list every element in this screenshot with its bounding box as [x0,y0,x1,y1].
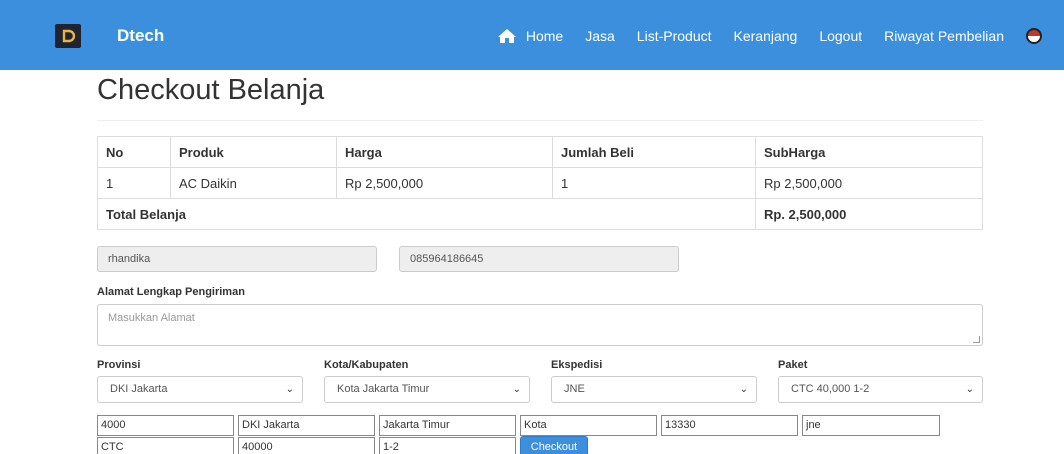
cell-no: 1 [97,167,171,199]
total-value: Rp. 2,500,000 [755,198,983,230]
paket-value: CTC 40,000 1-2 [791,383,870,395]
chevron-down-icon: ⌄ [285,384,294,395]
biaya-field[interactable]: 40000 [238,437,375,454]
chevron-down-icon: ⌄ [965,384,974,395]
header-subharga: SubHarga [755,136,983,168]
nav-home[interactable]: Home [497,28,563,44]
paket-field[interactable]: CTC [97,437,234,454]
ekspedisi-label: Ekspedisi [551,359,603,371]
cell-harga: Rp 2,500,000 [336,167,553,199]
header-jumlah-beli: Jumlah Beli [552,136,756,168]
provinsi-value: DKI Jakarta [110,383,168,395]
user-avatar-icon[interactable] [1026,28,1042,44]
chevron-down-icon: ⌄ [512,384,521,395]
cell-produk: AC Daikin [170,167,337,199]
navbar: Dtech Home Jasa List-Product Keranjang L… [0,0,1064,70]
paket-select[interactable]: CTC 40,000 1-2 ⌄ [778,376,983,403]
kodepos-field[interactable]: 13330 [661,415,798,436]
total-label: Total Belanja [97,198,756,230]
nav-jasa[interactable]: Jasa [585,28,615,44]
provinsi-label: Provinsi [97,359,141,371]
customer-name-field[interactable]: rhandika [97,246,377,272]
nav-list-product[interactable]: List-Product [637,28,712,44]
nav-home-label: Home [525,28,564,44]
checkout-button[interactable]: Checkout [520,436,588,454]
logo-mark-icon [62,29,75,43]
page-title: Checkout Belanja [97,74,325,106]
cart-table: No Produk Harga Jumlah Beli SubHarga 1 A… [97,136,983,230]
table-row: 1 AC Daikin Rp 2,500,000 1 Rp 2,500,000 [97,167,983,199]
ekspedisi-select[interactable]: JNE ⌄ [551,376,757,403]
kota-field[interactable]: Jakarta Timur [379,415,516,436]
nav-riwayat-pembelian[interactable]: Riwayat Pembelian [884,28,1004,44]
kota-select[interactable]: Kota Jakarta Timur ⌄ [324,376,530,403]
estimasi-field[interactable]: 1-2 [379,437,516,454]
header-no: No [97,136,171,168]
resize-handle-icon[interactable] [973,336,980,343]
ongkir-field[interactable]: 4000 [97,415,234,436]
ekspedisi-value: JNE [564,383,585,395]
address-textarea[interactable]: Masukkan Alamat [97,304,983,346]
total-row: Total Belanja Rp. 2,500,000 [97,198,983,230]
address-label: Alamat Lengkap Pengiriman [97,286,245,298]
header-produk: Produk [170,136,337,168]
home-icon [497,29,516,43]
divider [97,120,983,121]
cell-subharga: Rp 2,500,000 [755,167,983,199]
address-placeholder: Masukkan Alamat [108,312,195,324]
tipe-field[interactable]: Kota [520,415,657,436]
nav-logout[interactable]: Logout [819,28,862,44]
kota-value: Kota Jakarta Timur [337,383,430,395]
table-header-row: No Produk Harga Jumlah Beli SubHarga [97,136,983,168]
provinsi-field[interactable]: DKI Jakarta [238,415,375,436]
paket-label: Paket [778,359,808,371]
provinsi-select[interactable]: DKI Jakarta ⌄ [97,376,303,403]
brand-logo[interactable] [55,24,81,48]
ekspedisi-field[interactable]: jne [802,415,940,436]
header-harga: Harga [336,136,553,168]
customer-phone-field[interactable]: 085964186645 [399,246,679,272]
cell-jumlah: 1 [552,167,756,199]
nav-links: Home Jasa List-Product Keranjang Logout … [475,28,1042,44]
chevron-down-icon: ⌄ [739,384,748,395]
nav-keranjang[interactable]: Keranjang [734,28,798,44]
kota-label: Kota/Kabupaten [324,359,409,371]
brand-name[interactable]: Dtech [117,26,164,46]
